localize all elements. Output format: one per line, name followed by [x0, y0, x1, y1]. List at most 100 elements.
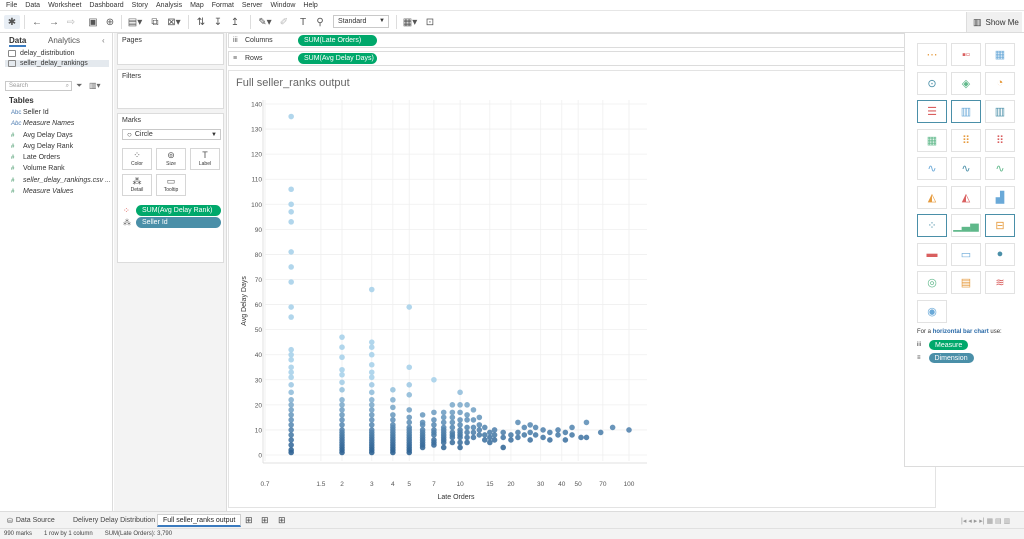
scatter-point[interactable]: [339, 402, 345, 408]
field-measure-values[interactable]: # Measure Values: [11, 188, 73, 195]
scatter-point[interactable]: [339, 387, 345, 393]
chart-type-histogram[interactable]: ▁▃▅: [951, 214, 981, 237]
scatter-point[interactable]: [449, 409, 456, 416]
scatter-point[interactable]: [368, 344, 375, 350]
scatter-point[interactable]: [431, 376, 437, 383]
chart-type-dual-combination[interactable]: ▟: [985, 185, 1015, 209]
scatter-point[interactable]: [487, 439, 493, 446]
scatter-point[interactable]: [288, 314, 294, 320]
scatter-point[interactable]: [390, 412, 396, 418]
swap-rows-columns-icon[interactable]: ⇅: [194, 15, 208, 29]
scatter-point[interactable]: [288, 113, 294, 120]
scatter-point[interactable]: [457, 439, 463, 446]
scatter-point[interactable]: [339, 449, 345, 456]
scatter-point[interactable]: [368, 407, 375, 413]
chart-type-discrete-lines[interactable]: ∿: [951, 157, 981, 180]
scatter-point[interactable]: [476, 427, 483, 433]
scatter-point[interactable]: [339, 334, 345, 340]
filter-icon[interactable]: ⏷: [76, 81, 82, 91]
scatter-point[interactable]: [390, 387, 396, 393]
scatter-point[interactable]: [487, 429, 493, 436]
menu-worksheet[interactable]: Worksheet: [48, 2, 81, 9]
scatter-point[interactable]: [390, 417, 396, 423]
scatter-point[interactable]: [521, 424, 528, 431]
tableau-logo-icon[interactable]: ✱: [4, 15, 20, 29]
chart-type-network-table[interactable]: ▤: [951, 271, 981, 294]
scatter-point[interactable]: [288, 422, 294, 428]
scatter-point[interactable]: [562, 429, 569, 436]
chart-type-treemap[interactable]: ▦: [917, 128, 947, 152]
scatter-point[interactable]: [464, 424, 470, 431]
chart-type-symbol-map[interactable]: ⊙: [917, 71, 947, 95]
scatter-point[interactable]: [481, 424, 488, 431]
chart-type-pie-chart[interactable]: ◔: [985, 71, 1015, 95]
scatter-point[interactable]: [457, 389, 463, 396]
menu-story[interactable]: Story: [132, 2, 148, 9]
scatter-point[interactable]: [457, 402, 463, 408]
tab-full-seller-ranks-output[interactable]: Full seller_ranks output: [157, 514, 242, 527]
scatter-point[interactable]: [368, 382, 375, 388]
scatter-point[interactable]: [368, 361, 375, 368]
scatter-point[interactable]: [470, 429, 477, 436]
columns-shelf[interactable]: iii Columns SUM(Late Orders): [228, 33, 906, 48]
scatter-point[interactable]: [419, 422, 426, 428]
field-measure-names[interactable]: Abc Measure Names: [11, 120, 74, 127]
pin-axes-icon[interactable]: ⚲: [313, 15, 327, 29]
scatter-point[interactable]: [527, 437, 533, 443]
scatter-point[interactable]: [368, 412, 375, 418]
label-button[interactable]: T Label: [190, 148, 220, 170]
scatter-point[interactable]: [288, 346, 294, 353]
scatter-point[interactable]: [431, 442, 437, 448]
scatter-point[interactable]: [540, 434, 546, 441]
scatter-point[interactable]: [288, 389, 294, 396]
search-input[interactable]: Search ⌕: [5, 81, 72, 91]
menu-help[interactable]: Help: [303, 2, 317, 9]
scatter-point[interactable]: [597, 429, 604, 436]
scatter-point[interactable]: [464, 439, 470, 446]
scatter-point[interactable]: [500, 434, 507, 441]
scatter-point[interactable]: [555, 427, 561, 433]
presentation-mode-icon[interactable]: ⊡: [423, 15, 437, 29]
scatter-point[interactable]: [515, 419, 521, 426]
group-icon[interactable]: ✐: [277, 15, 291, 29]
scatter-point[interactable]: [500, 444, 507, 451]
chart-type-circle-views[interactable]: ⠿: [951, 128, 981, 152]
scatter-point[interactable]: [288, 201, 294, 208]
scatter-point[interactable]: [406, 407, 413, 413]
scatter-point[interactable]: [569, 424, 575, 431]
show-cards-icon[interactable]: ▦▾: [401, 15, 419, 29]
rows-shelf[interactable]: ≡ Rows SUM(Avg Delay Days): [228, 51, 906, 66]
scatter-point[interactable]: [521, 432, 528, 438]
new-worksheet-icon[interactable]: ⊞: [240, 514, 258, 527]
undo-icon[interactable]: ←: [30, 15, 44, 29]
scatter-point[interactable]: [419, 444, 426, 451]
scatter-point[interactable]: [449, 439, 456, 446]
scatter-point[interactable]: [288, 382, 294, 388]
rows-pill[interactable]: SUM(Avg Delay Days): [298, 53, 377, 64]
scatter-point[interactable]: [491, 437, 498, 443]
scatter-point[interactable]: [431, 409, 437, 416]
chart-type-sankey-chart[interactable]: ≋: [985, 271, 1015, 294]
scatter-point[interactable]: [288, 279, 294, 285]
scatter-point[interactable]: [583, 434, 590, 441]
scatter-point[interactable]: [547, 437, 553, 443]
chart-type-filled-map[interactable]: ◈: [951, 71, 981, 95]
scatter-point[interactable]: [288, 249, 294, 255]
menu-map[interactable]: Map: [190, 2, 204, 9]
field-seller-id[interactable]: Abc Seller Id: [11, 109, 49, 116]
scatter-point[interactable]: [288, 356, 294, 363]
field-late-orders[interactable]: # Late Orders: [11, 154, 60, 161]
scatter-point[interactable]: [431, 422, 437, 428]
chart-type-dual-lines[interactable]: ∿: [985, 157, 1015, 180]
tab-navigation-icon[interactable]: |◂ ◂ ▸ ▸| ▦ ▤ ▥: [956, 514, 1015, 527]
chart-type-box-whisker[interactable]: ⊟: [985, 214, 1015, 237]
add-data-icon[interactable]: ⊕: [103, 15, 117, 29]
scatter-point[interactable]: [508, 432, 514, 438]
scatter-point[interactable]: [390, 404, 396, 411]
scatter-point[interactable]: [406, 392, 413, 398]
redo-icon[interactable]: →: [47, 15, 61, 29]
scatter-point[interactable]: [515, 429, 521, 436]
scatter-point[interactable]: [406, 419, 413, 426]
pages-card[interactable]: Pages: [117, 33, 224, 65]
scatter-point[interactable]: [569, 432, 575, 438]
